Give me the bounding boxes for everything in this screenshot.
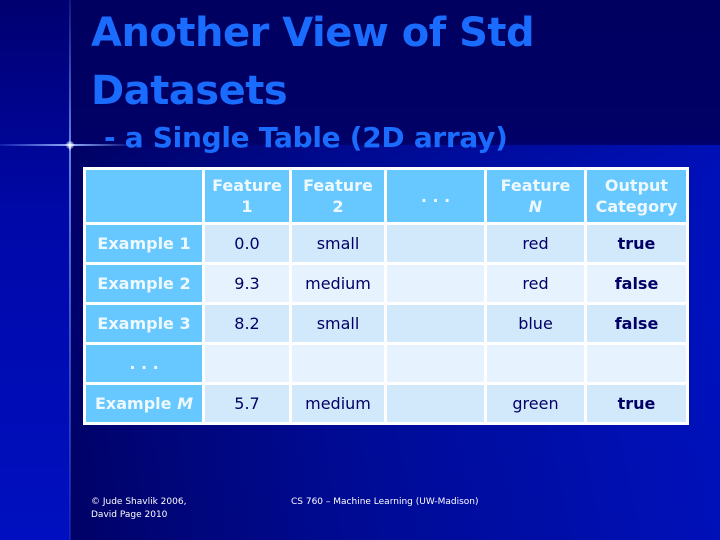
row-label: Example M [83,382,205,425]
row-label: Example 2 [83,262,205,305]
row-label: Example 3 [83,302,205,345]
cell-feature-n: blue [484,302,587,345]
cell-feature-n: green [484,382,587,425]
cell-feature-1: 9.3 [202,262,292,305]
cell-output: true [584,222,689,265]
copyright-line1: © Jude Shavlik 2006, [91,497,187,507]
copyright-line2: David Page 2010 [91,510,168,520]
cell-feature-2: small [289,222,387,265]
cell-feature-1: 0.0 [202,222,292,265]
cell-feature-2: medium [289,382,387,425]
header-feature-2: Feature 2 [289,167,387,225]
cell-ellipsis [384,382,487,425]
header-corner-cell [83,167,205,225]
cell-output [584,342,689,385]
cell-feature-1: 5.7 [202,382,292,425]
header-feature-n: Feature N [484,167,587,225]
table-row: Example 2 9.3 medium red false [83,262,689,305]
decorative-vertical-line [69,0,71,540]
cell-feature-n [484,342,587,385]
cell-ellipsis [384,222,487,265]
cell-output: true [584,382,689,425]
cell-ellipsis [384,342,487,385]
cell-feature-1 [202,342,292,385]
cell-feature-2: medium [289,262,387,305]
row-label-ellipsis: . . . [83,342,205,385]
cell-feature-1: 8.2 [202,302,292,345]
table-row: Example 1 0.0 small red true [83,222,689,265]
slide-title-line2: Datasets [91,68,288,114]
footer-course: CS 760 – Machine Learning (UW-Madison) [291,497,479,507]
cell-feature-n: red [484,222,587,265]
header-ellipsis: . . . [384,167,487,225]
header-feature-1: Feature 1 [202,167,292,225]
table-header-row: Feature 1 Feature 2 . . . Feature N Output C… [83,167,689,225]
sparkle-star-icon [66,141,74,149]
table-row: Example M 5.7 medium green true [83,382,689,425]
cell-feature-n: red [484,262,587,305]
background-left-strip [0,0,70,540]
slide-title-line1: Another View of Std [91,10,535,56]
cell-output: false [584,302,689,345]
slide-subtitle: - a Single Table (2D array) [104,121,508,154]
cell-feature-2: small [289,302,387,345]
table-row: Example 3 8.2 small blue false [83,302,689,345]
slide-title: Another View of Std Datasets [91,4,535,120]
dataset-table: Feature 1 Feature 2 . . . Feature N Output C… [83,167,689,425]
cell-ellipsis [384,262,487,305]
cell-output: false [584,262,689,305]
cell-ellipsis [384,302,487,345]
header-output-category: Output Category [584,167,689,225]
footer-copyright: © Jude Shavlik 2006, David Page 2010 [91,496,186,522]
table-row-ellipsis: . . . [83,342,689,385]
cell-feature-2 [289,342,387,385]
row-label: Example 1 [83,222,205,265]
